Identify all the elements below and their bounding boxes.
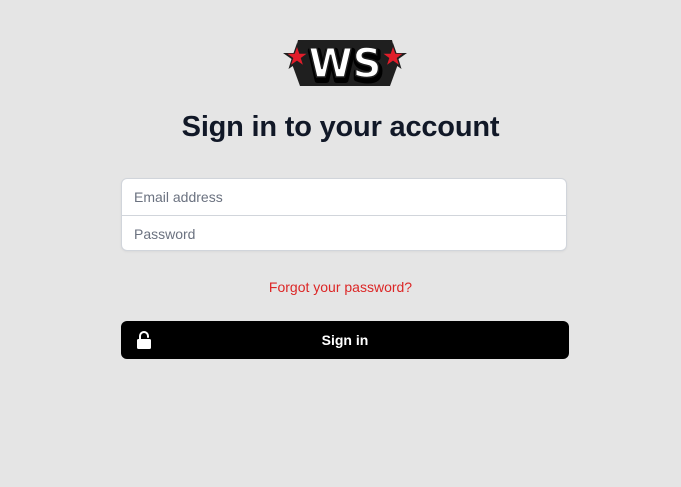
sign-in-label: Sign in [321, 332, 369, 348]
logo-text: WS [309, 41, 382, 87]
page-title: Sign in to your account [181, 111, 500, 143]
brand-logo: WS WS [283, 40, 407, 90]
sign-in-button[interactable]: Sign in [121, 321, 569, 359]
email-input[interactable] [122, 179, 566, 215]
login-form [121, 178, 567, 252]
lock-icon [137, 331, 151, 349]
password-input[interactable] [122, 216, 566, 252]
forgot-password-link[interactable]: Forgot your password? [269, 279, 412, 295]
forgot-password-container: Forgot your password? [0, 279, 681, 295]
